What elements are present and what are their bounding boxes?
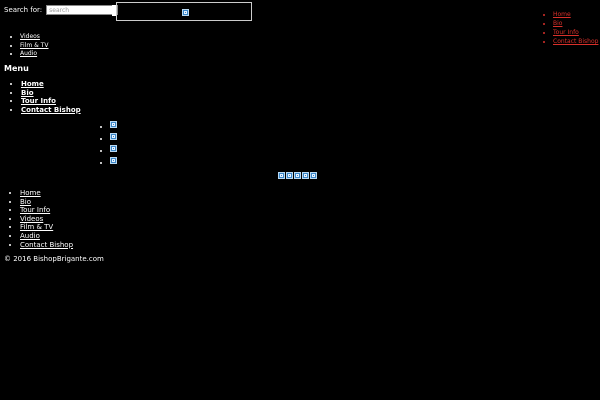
search-input[interactable]	[46, 5, 119, 15]
top-nav-link-bio[interactable]: Bio	[553, 20, 562, 27]
main-nav: Home Bio Tour Info Contact Bishop	[21, 80, 81, 114]
image-placeholder-icon[interactable]	[110, 121, 117, 128]
footer-link-videos[interactable]: Videos	[20, 215, 43, 223]
social-icon-item	[110, 145, 117, 157]
image-placeholder-icon[interactable]	[110, 133, 117, 140]
footer-nav-item: Audio	[20, 232, 73, 241]
footer-link-contact[interactable]: Contact Bishop	[20, 241, 73, 249]
social-icon-row	[278, 172, 317, 179]
image-placeholder-icon	[182, 9, 189, 16]
footer-link-audio[interactable]: Audio	[20, 232, 40, 240]
top-nav-link-tour-info[interactable]: Tour Info	[553, 29, 579, 36]
footer-nav-item: Tour Info	[20, 206, 73, 215]
media-sub-nav: Videos Film & TV Audio	[20, 33, 48, 59]
main-nav-link-home[interactable]: Home	[21, 80, 44, 88]
main-nav-item-bio: Bio	[21, 89, 81, 98]
social-icon-item	[110, 133, 117, 145]
footer-nav: Home Bio Tour Info Videos Film & TV Audi…	[20, 189, 73, 249]
top-nav-item-bio: Bio	[553, 19, 598, 28]
footer-nav-item: Film & TV	[20, 223, 73, 232]
top-nav-link-home[interactable]: Home	[553, 11, 571, 18]
footer-nav-item: Home	[20, 189, 73, 198]
footer-nav-item: Contact Bishop	[20, 241, 73, 250]
top-nav-item-tour-info: Tour Info	[553, 28, 598, 37]
header-logo-box[interactable]	[116, 2, 252, 21]
top-nav-link-contact[interactable]: Contact Bishop	[553, 38, 598, 45]
social-icon-item	[110, 157, 117, 169]
main-nav-item-contact: Contact Bishop	[21, 106, 81, 115]
main-nav-item-home: Home	[21, 80, 81, 89]
image-placeholder-icon[interactable]	[110, 145, 117, 152]
image-placeholder-icon[interactable]	[294, 172, 301, 179]
image-placeholder-icon[interactable]	[310, 172, 317, 179]
main-nav-link-tour-info[interactable]: Tour Info	[21, 97, 56, 105]
sub-nav-link-videos[interactable]: Videos	[20, 33, 40, 40]
top-right-nav: Home Bio Tour Info Contact Bishop	[553, 10, 598, 46]
footer-link-tour-info[interactable]: Tour Info	[20, 206, 50, 214]
image-placeholder-icon[interactable]	[286, 172, 293, 179]
footer-link-film-tv[interactable]: Film & TV	[20, 223, 53, 231]
sub-nav-item-videos: Videos	[20, 33, 48, 42]
footer-link-home[interactable]: Home	[20, 189, 41, 197]
copyright-text: © 2016 BishopBrigante.com	[4, 255, 104, 263]
sub-nav-link-film-tv[interactable]: Film & TV	[20, 42, 48, 49]
footer-nav-item: Videos	[20, 215, 73, 224]
image-placeholder-icon[interactable]	[302, 172, 309, 179]
main-nav-link-bio[interactable]: Bio	[21, 89, 34, 97]
menu-title[interactable]: Menu	[4, 64, 29, 73]
main-nav-item-tour-info: Tour Info	[21, 97, 81, 106]
social-icon-list	[110, 121, 117, 169]
search-form: Search for:	[4, 4, 119, 16]
sub-nav-item-film-tv: Film & TV	[20, 42, 48, 51]
image-placeholder-icon[interactable]	[110, 157, 117, 164]
search-label: Search for:	[4, 6, 43, 14]
top-nav-item-contact: Contact Bishop	[553, 37, 598, 46]
social-icon-item	[110, 121, 117, 133]
image-placeholder-icon[interactable]	[278, 172, 285, 179]
sub-nav-link-audio[interactable]: Audio	[20, 50, 37, 57]
sub-nav-item-audio: Audio	[20, 50, 48, 59]
main-nav-link-contact[interactable]: Contact Bishop	[21, 106, 81, 114]
footer-nav-item: Bio	[20, 198, 73, 207]
top-nav-item-home: Home	[553, 10, 598, 19]
footer-link-bio[interactable]: Bio	[20, 198, 31, 206]
